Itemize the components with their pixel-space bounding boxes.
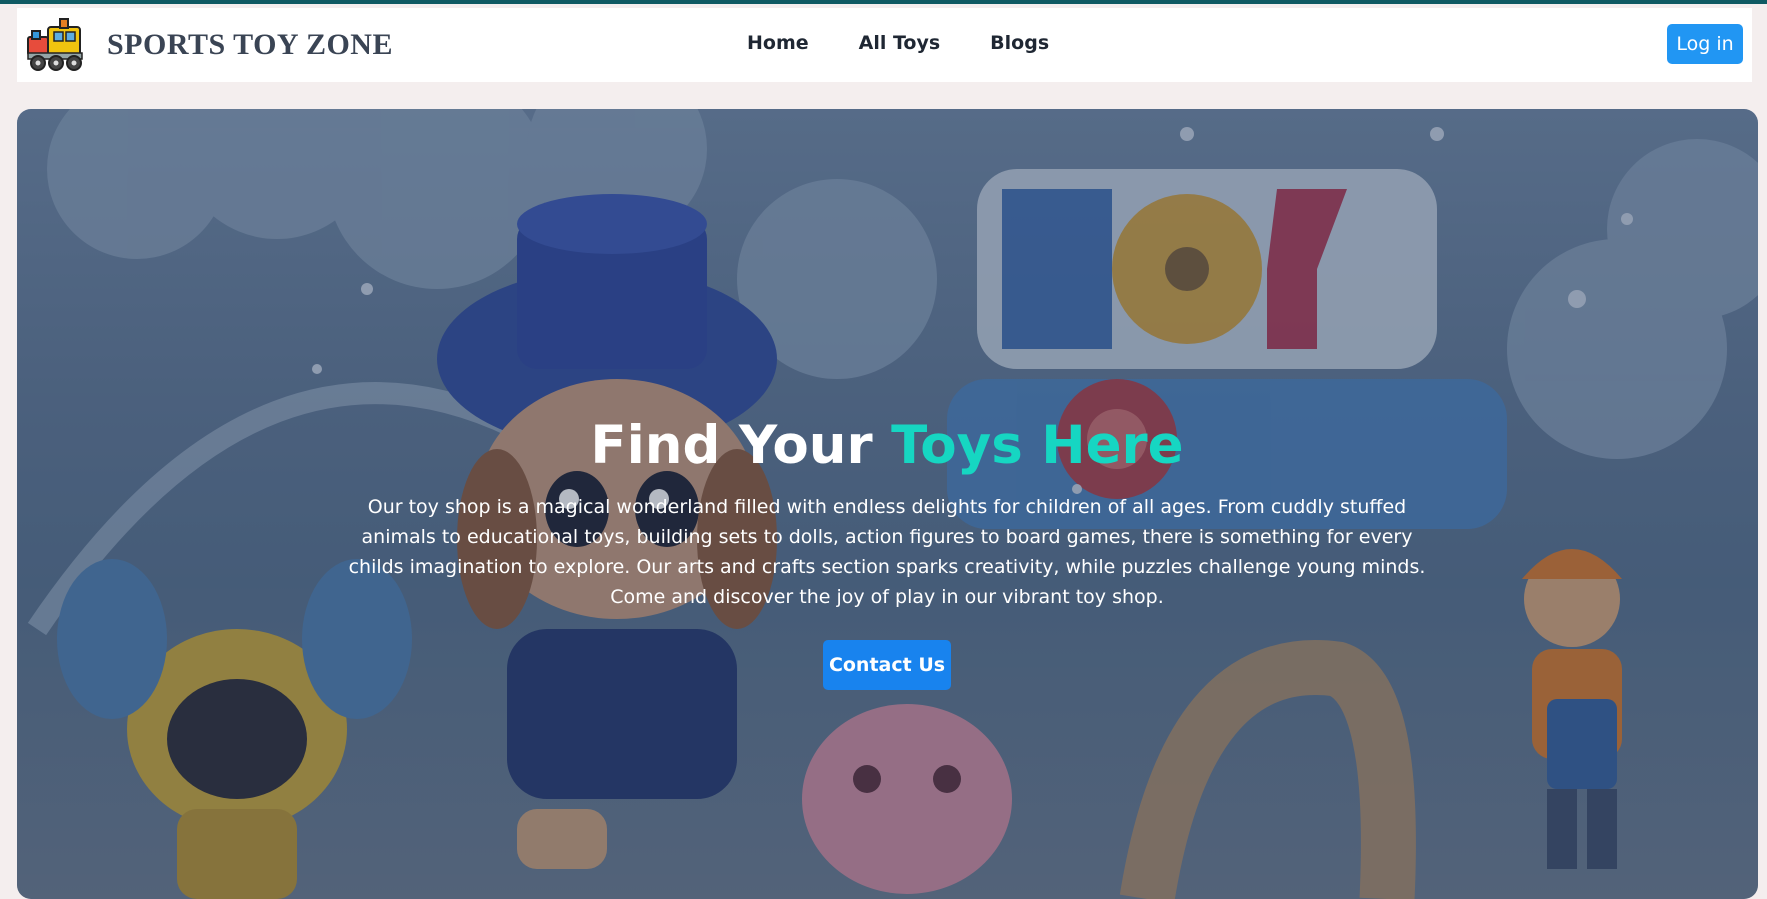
nav-link-blogs[interactable]: Blogs xyxy=(990,32,1049,54)
hero-content: Find Your Toys Here Our toy shop is a ma… xyxy=(317,414,1457,690)
nav-link-all-toys[interactable]: All Toys xyxy=(859,32,941,54)
hero-title-accent: Toys Here xyxy=(891,415,1184,476)
top-accent-strip xyxy=(0,0,1767,4)
hero-description: Our toy shop is a magical wonderland fil… xyxy=(348,495,1426,608)
login-button[interactable]: Log in xyxy=(1667,24,1743,64)
contact-us-button[interactable]: Contact Us xyxy=(823,639,951,690)
hero-title: Find Your Toys Here xyxy=(317,414,1457,478)
navbar: SPORTS TOY ZONE Home All Toys Blogs Log … xyxy=(17,8,1752,82)
toy-train-icon[interactable] xyxy=(26,15,88,73)
brand-name[interactable]: SPORTS TOY ZONE xyxy=(107,28,393,62)
main-nav: Home All Toys Blogs xyxy=(747,32,1049,54)
hero-banner: Find Your Toys Here Our toy shop is a ma… xyxy=(17,109,1758,899)
hero-title-main: Find Your xyxy=(590,415,873,476)
nav-link-home[interactable]: Home xyxy=(747,32,809,54)
